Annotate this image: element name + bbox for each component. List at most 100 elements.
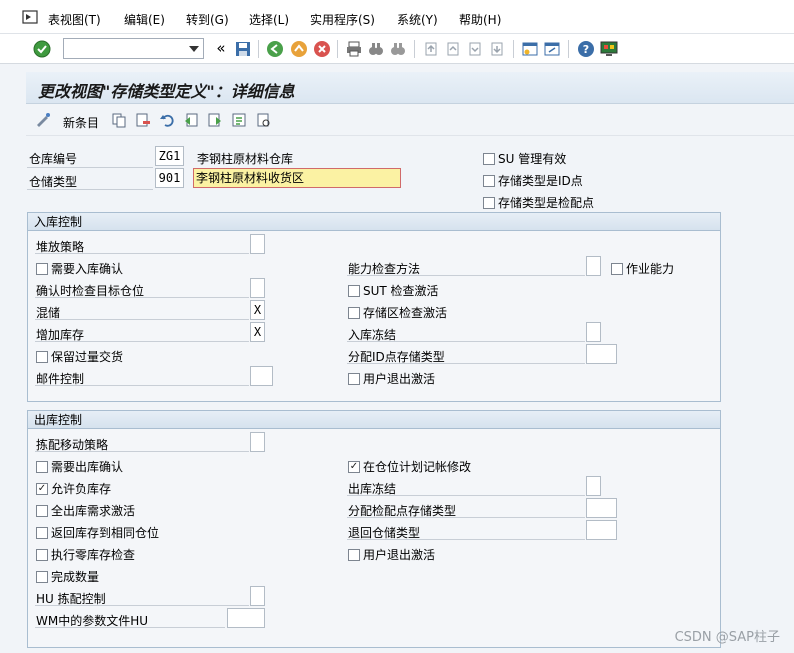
mail-control-field[interactable] [250, 366, 273, 386]
delete-icon[interactable] [134, 111, 152, 129]
menu-table-view[interactable]: 表视图(T) [48, 11, 101, 28]
storage-type-description-text: 李钢柱原材料收货区 [196, 171, 305, 185]
menu-utilities[interactable]: 实用程序(S) [310, 11, 375, 28]
pick-point-checkbox[interactable]: 存储类型是检配点 [483, 194, 594, 211]
menu-bar: 表视图(T) 编辑(E) 转到(G) 选择(L) 实用程序(S) 系统(Y) 帮… [0, 0, 794, 34]
customize-layout-icon[interactable] [600, 40, 618, 58]
checkbox-box[interactable] [348, 284, 360, 297]
outbound-user-exit-checkbox[interactable]: 用户退出激活 [348, 546, 435, 563]
checkbox-box[interactable] [36, 570, 48, 583]
previous-page-icon[interactable] [444, 40, 462, 58]
storage-type-label: 仓储类型 [29, 175, 78, 189]
checkbox-box[interactable] [36, 548, 48, 561]
undo-change-icon[interactable] [158, 111, 176, 129]
warehouse-description: 李钢柱原材料仓库 [197, 152, 294, 166]
variable-list-icon[interactable] [230, 111, 248, 129]
storage-type-description-field[interactable]: 李钢柱原材料收货区 [193, 168, 401, 188]
history-back-icon[interactable]: « [212, 39, 230, 57]
inbound-freeze-field[interactable] [586, 322, 601, 342]
application-toolbar: 新条目 [26, 106, 794, 136]
watermark: CSDN @SAP柱子 [674, 630, 780, 645]
checkbox-box[interactable] [36, 460, 48, 473]
menu-help[interactable]: 帮助(H) [459, 11, 501, 28]
menu-edit[interactable]: 编辑(E) [124, 11, 165, 28]
checkbox-box[interactable] [36, 504, 48, 517]
wm-param-profile-field[interactable] [227, 608, 265, 628]
cancel-icon[interactable] [313, 40, 331, 58]
warehouse-number-field[interactable]: ZG1 [155, 146, 184, 166]
allow-negative-stock-checkbox[interactable]: ✓ 允许负库存 [36, 480, 111, 497]
return-same-bin-checkbox[interactable]: 返回库存到相同仓位 [36, 524, 159, 541]
assign-pick-type-field[interactable] [586, 498, 617, 518]
next-page-icon[interactable] [466, 40, 484, 58]
find-icon[interactable] [367, 40, 385, 58]
hu-picking-control-field[interactable] [250, 586, 265, 606]
checkbox-box[interactable] [483, 152, 495, 165]
complete-quantity-checkbox[interactable]: 完成数量 [36, 568, 99, 585]
outbound-freeze-field[interactable] [586, 476, 601, 496]
assign-id-type-field[interactable] [586, 344, 617, 364]
keep-overdelivery-checkbox[interactable]: 保留过量交货 [36, 348, 123, 365]
find-next-icon[interactable] [389, 40, 407, 58]
work-capacity-checkbox[interactable]: 作业能力 [611, 260, 674, 277]
save-icon[interactable] [234, 40, 252, 58]
shortcut-icon[interactable] [543, 40, 561, 58]
chevron-down-icon[interactable] [189, 46, 199, 52]
checkbox-box[interactable] [348, 306, 360, 319]
outbound-confirm-checkbox[interactable]: 需要出库确认 [36, 458, 123, 475]
help-icon[interactable]: ? [577, 40, 595, 58]
add-to-stock-field[interactable]: X [250, 322, 265, 342]
checkbox-box[interactable] [483, 174, 495, 187]
back-icon[interactable] [266, 40, 284, 58]
copy-as-icon[interactable] [110, 111, 128, 129]
checkbox-box[interactable] [36, 350, 48, 363]
capacity-check-field[interactable] [586, 256, 601, 276]
inbound-user-exit-checkbox[interactable]: 用户退出激活 [348, 370, 435, 387]
su-management-checkbox[interactable]: SU 管理有效 [483, 150, 566, 167]
svg-text:?: ? [583, 43, 589, 56]
mixed-storage-field[interactable]: X [250, 300, 265, 320]
enter-check-icon[interactable] [33, 40, 51, 58]
confirm-check-dest-field[interactable] [250, 278, 265, 298]
checkbox-box[interactable] [348, 372, 360, 385]
previous-entry-icon[interactable] [182, 111, 200, 129]
command-field[interactable] [63, 38, 204, 59]
return-storage-type-field[interactable] [586, 520, 617, 540]
putaway-strategy-field[interactable] [250, 234, 265, 254]
create-session-icon[interactable] [521, 40, 539, 58]
checkbox-box[interactable]: ✓ [348, 460, 360, 473]
checkbox-box[interactable]: ✓ [36, 482, 48, 495]
page-title: 更改视图"存储类型定义"：详细信息 [38, 82, 295, 101]
exit-icon[interactable] [290, 40, 308, 58]
print-icon[interactable] [345, 40, 363, 58]
select-icon[interactable] [255, 111, 273, 129]
zero-stock-check-checkbox[interactable]: 执行零库存检查 [36, 546, 135, 563]
menu-system[interactable]: 系统(Y) [397, 11, 438, 28]
checkbox-box[interactable] [348, 548, 360, 561]
checkbox-box[interactable] [611, 262, 623, 275]
full-stock-required-checkbox[interactable]: 全出库需求激活 [36, 502, 135, 519]
picking-strategy-field[interactable] [250, 432, 265, 452]
new-entries-button[interactable]: 新条目 [63, 114, 99, 131]
id-point-checkbox[interactable]: 存储类型是ID点 [483, 172, 583, 189]
warehouse-label: 仓库编号 [29, 152, 78, 166]
bin-planned-change-checkbox[interactable]: ✓ 在仓位计划记帐修改 [348, 458, 471, 475]
inbound-confirm-checkbox[interactable]: 需要入库确认 [36, 260, 123, 277]
storage-section-check-checkbox[interactable]: 存储区检查激活 [348, 304, 447, 321]
last-page-icon[interactable] [488, 40, 506, 58]
outbound-control-header: 出库控制 [28, 411, 720, 429]
system-toolbar: « ? [0, 34, 794, 64]
checkbox-box[interactable] [36, 262, 48, 275]
menu-selection[interactable]: 选择(L) [249, 11, 289, 28]
storage-type-field[interactable]: 901 [155, 168, 184, 188]
checkbox-box[interactable] [36, 526, 48, 539]
checkbox-box[interactable] [483, 196, 495, 209]
next-entry-icon[interactable] [206, 111, 224, 129]
sut-check-checkbox[interactable]: SUT 检查激活 [348, 282, 439, 299]
first-page-icon[interactable] [422, 40, 440, 58]
screen-title-bar: 更改视图"存储类型定义"：详细信息 [26, 72, 794, 104]
menu-goto[interactable]: 转到(G) [186, 11, 229, 28]
inbound-control-header: 入库控制 [28, 213, 720, 231]
app-menu-icon[interactable] [22, 10, 38, 24]
new-entries-icon[interactable] [34, 111, 52, 129]
